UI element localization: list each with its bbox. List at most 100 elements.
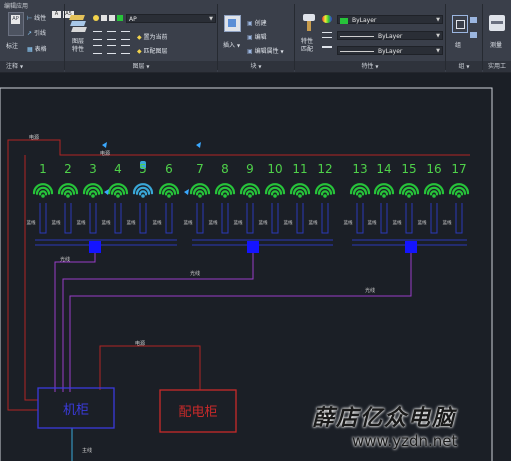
wifi-icon	[57, 183, 79, 198]
dimension-button-label[interactable]: 标注	[6, 41, 18, 50]
layer-tool-1-icon[interactable]	[93, 31, 102, 40]
ungroup-icon[interactable]	[470, 17, 477, 23]
wifi-dot	[323, 194, 327, 198]
wifi-icon	[82, 183, 104, 198]
layer-properties-icon[interactable]	[69, 15, 87, 33]
match-properties-label[interactable]: 特性 匹配	[301, 38, 313, 54]
measure-button-label[interactable]: 测量	[490, 40, 502, 49]
layer-tool-6-icon[interactable]	[121, 45, 130, 54]
power-line-left-2	[24, 155, 38, 401]
properties-group-bar[interactable]: 特性 ▼	[295, 61, 445, 72]
wifi-icon	[349, 183, 371, 198]
match-properties-icon[interactable]	[303, 14, 317, 32]
layer-tool-2-icon[interactable]	[107, 31, 116, 40]
utilities-group-bar[interactable]: 实用工	[483, 61, 511, 72]
current-layer-value: AP	[129, 16, 137, 23]
ap-number: 11	[292, 162, 307, 176]
network-label: 蓝线	[184, 219, 193, 226]
color-select[interactable]: ByLayer ▼	[337, 15, 443, 24]
chevron-down-icon: ▼	[375, 64, 379, 69]
switch-box	[247, 241, 259, 253]
network-drop	[455, 203, 463, 234]
lineweight-icon	[322, 46, 332, 52]
wifi-dot	[198, 194, 202, 198]
wifi-dot	[432, 194, 436, 198]
wifi-arc	[355, 190, 365, 196]
ap-marker-icon	[104, 189, 109, 195]
chevron-down-icon: ▼	[466, 64, 470, 69]
linetype-value: ByLayer	[378, 33, 403, 40]
bulb-icon[interactable]	[93, 15, 99, 21]
ribbon: 编辑应用 AP 标注 ⊢ 线性 ↗ 引线 ▦ 表格 A A5 注释 ▼ 图层 特…	[0, 0, 511, 73]
edit-attributes-icon: ▣	[247, 48, 253, 55]
group-edit-icon[interactable]	[470, 32, 477, 38]
groups-group-bar[interactable]: 组 ▼	[446, 61, 482, 72]
set-current-button[interactable]: ◆ 置为当前	[137, 32, 168, 41]
lock-icon[interactable]	[109, 15, 115, 21]
create-block-button[interactable]: ▣ 创建	[247, 18, 267, 27]
layer-tool-4-icon[interactable]	[93, 45, 102, 54]
insert-block-icon[interactable]	[224, 15, 241, 32]
ap-number: 1	[39, 162, 47, 176]
network-drop	[405, 203, 413, 234]
utilities-group-label: 实用工	[487, 63, 506, 70]
ap-number: 4	[114, 162, 122, 176]
text-style-icon[interactable]: A	[52, 11, 61, 18]
layers-group-bar[interactable]: 图层 ▼	[65, 61, 217, 72]
table-item[interactable]: ▦ 表格	[27, 44, 47, 53]
lineweight-select[interactable]: ByLayer ▼	[337, 46, 443, 55]
network-drop	[271, 203, 279, 234]
edit-block-icon: ▣	[247, 34, 253, 41]
sun-icon[interactable]	[101, 15, 107, 21]
edit-attributes-button[interactable]: ▣ 编辑属性 ▼	[247, 46, 284, 55]
wifi-icon	[132, 183, 154, 198]
annotate-group-bar[interactable]: 注释 ▼	[0, 61, 64, 72]
network-drop	[114, 203, 122, 234]
color-value: ByLayer	[352, 17, 377, 24]
wifi-dot	[407, 194, 411, 198]
group-icon[interactable]	[452, 15, 468, 33]
leader-item[interactable]: ↗ 引线	[27, 28, 46, 37]
fiber-label-2: 光线	[190, 270, 200, 277]
layer-tool-3-icon[interactable]	[121, 31, 130, 40]
network-drop	[321, 203, 329, 234]
ap-marker-icon	[196, 142, 201, 148]
table-icon: ▦	[27, 46, 33, 53]
wifi-arc	[63, 190, 73, 196]
network-drop	[296, 203, 304, 234]
main-label: 主线	[82, 447, 92, 454]
ap-number: 3	[89, 162, 97, 176]
layer-properties-label[interactable]: 图层 特性	[72, 38, 84, 54]
lineweight-value: ByLayer	[378, 48, 403, 55]
network-label: 蓝线	[418, 219, 427, 226]
ap-number: 7	[196, 162, 204, 176]
wifi-dot	[41, 194, 45, 198]
chevron-down-icon: ▼	[436, 33, 440, 39]
groups-group-label: 组	[458, 63, 465, 70]
wifi-icon	[423, 183, 445, 198]
insert-button-label[interactable]: 插入 ▼	[223, 40, 240, 49]
linetype-select[interactable]: ByLayer ▼	[337, 31, 443, 40]
match-layer-button[interactable]: ◆ 匹配图层	[137, 46, 168, 55]
layer-select[interactable]: AP ▼	[126, 14, 216, 23]
dimension-icon[interactable]: AP	[8, 12, 24, 36]
linear-dimension-item[interactable]: ⊢ 线性	[27, 13, 46, 22]
chevron-down-icon: ▼	[19, 64, 24, 69]
network-drop	[196, 203, 204, 234]
wifi-dot	[116, 194, 120, 198]
block-group-bar[interactable]: 块 ▼	[218, 61, 294, 72]
group-button-label[interactable]: 组	[455, 40, 461, 49]
edit-block-button[interactable]: ▣ 编辑	[247, 32, 267, 41]
ap-number: 17	[451, 162, 466, 176]
watermark-cn: 薛店亿众电脑	[312, 405, 457, 431]
network-label: 蓝线	[309, 219, 318, 226]
drawing-canvas[interactable]: 电源 电源 1 2 3 4 5 6 7 8 9 10 11 12 13 14 15 16 17 蓝线 蓝线 蓝线 蓝线 蓝线蓝…	[0, 73, 511, 461]
network-drop	[139, 203, 147, 234]
wifi-arc	[220, 190, 230, 196]
network-label: 蓝线	[52, 219, 61, 226]
layer-tool-5-icon[interactable]	[107, 45, 116, 54]
measure-icon[interactable]	[489, 15, 505, 31]
wifi-icon	[158, 183, 180, 198]
chevron-down-icon: ▼	[236, 43, 241, 48]
ap-number: 8	[221, 162, 229, 176]
